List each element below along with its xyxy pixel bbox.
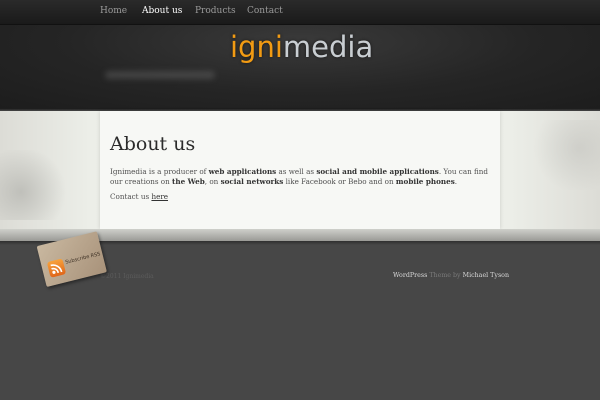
about-paragraph: Ignimedia is a producer of web applicati…: [110, 167, 492, 187]
site-logo[interactable]: ignimedia: [230, 30, 373, 64]
page-title: About us: [110, 133, 196, 155]
logo-part-media: media: [282, 30, 374, 64]
about-text-6: .: [454, 177, 458, 186]
about-text-2: as well as: [276, 167, 317, 176]
about-bold-social-mobile: social and mobile applications: [316, 167, 439, 176]
rss-icon: [46, 258, 67, 278]
about-bold-social-networks: social networks: [220, 177, 284, 186]
nav-contact[interactable]: Contact: [247, 6, 283, 16]
nav-products[interactable]: Products: [195, 6, 236, 16]
footer-author-link[interactable]: Michael Tyson: [463, 272, 509, 279]
nav-home[interactable]: Home: [100, 6, 127, 16]
about-text-4: , on: [204, 177, 221, 186]
rss-label: Subscribe RSS: [64, 251, 102, 266]
footer-theme-by: Theme by: [429, 272, 461, 279]
site-header: ignimedia: [0, 25, 600, 108]
contact-here-link[interactable]: here: [151, 192, 168, 201]
header-decoration-blur: [105, 71, 215, 79]
about-bold-web-applications: web applications: [208, 167, 277, 176]
about-text-5: like Facebook or Bebo and on: [283, 177, 396, 186]
contact-paragraph: Contact us here: [110, 192, 492, 202]
logo-part-igni: igni: [230, 30, 283, 64]
about-text-1: Ignimedia is a producer of: [110, 167, 209, 176]
grunge-decoration-right: [530, 120, 600, 190]
about-bold-mobile-phones: mobile phones: [395, 177, 455, 186]
top-navigation-bar: Home About us Products Contact: [0, 0, 600, 25]
contact-text: Contact us: [110, 192, 152, 201]
footer-wordpress-link[interactable]: WordPress: [393, 272, 427, 279]
nav-about-us[interactable]: About us: [142, 6, 182, 16]
about-bold-the-web: the Web: [172, 177, 205, 186]
footer-credits: WordPress Theme by Michael Tyson: [393, 272, 509, 279]
grunge-decoration-left: [0, 150, 70, 220]
content-panel: About us Ignimedia is a producer of web …: [100, 111, 500, 229]
